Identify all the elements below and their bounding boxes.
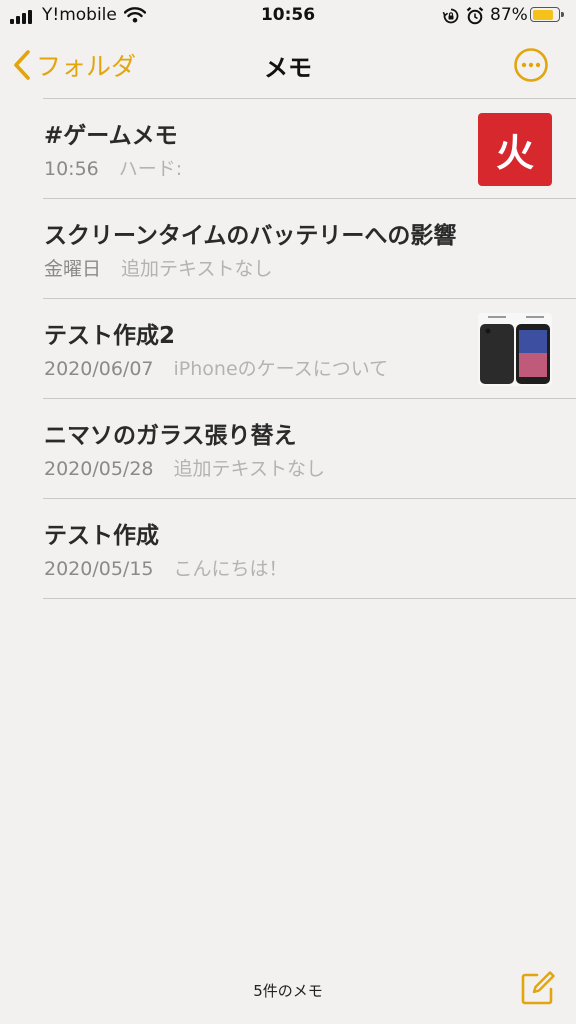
note-date: 金曜日 [44, 258, 102, 280]
note-meta: 10:56 ハード: [44, 154, 182, 181]
note-thumbnail-iphone-case [478, 313, 552, 386]
note-date: 2020/05/28 [44, 458, 154, 480]
note-title: ニマソのガラス張り替え [44, 423, 297, 449]
status-bar: Y!mobile 10:56 87% [0, 0, 576, 34]
note-row[interactable]: ニマソのガラス張り替え 2020/05/28 追加テキストなし [43, 398, 576, 498]
note-date: 2020/06/07 [44, 358, 154, 380]
note-date: 2020/05/15 [44, 558, 154, 580]
note-count: 5件のメモ [253, 982, 323, 1000]
note-date: 10:56 [44, 158, 99, 180]
note-row[interactable]: テスト作成 2020/05/15 こんにちは！ [43, 498, 576, 599]
battery-level-fill [532, 9, 554, 20]
alarm-icon [466, 6, 484, 30]
compose-icon [521, 971, 555, 1005]
note-thumbnail: 火 [478, 113, 552, 186]
note-preview: 追加テキストなし [173, 458, 325, 480]
note-meta: 2020/05/15 こんにちは！ [44, 554, 288, 581]
compose-button[interactable] [520, 970, 556, 1006]
navigation-bar: フォルダ メモ [0, 34, 576, 94]
note-preview: 追加テキストなし [121, 258, 273, 280]
note-meta: 2020/06/07 iPhoneのケースについて [44, 354, 388, 381]
note-row[interactable]: #ゲームメモ 10:56 ハード: 火 [43, 98, 576, 198]
note-title: スクリーンタイムのバッテリーへの影響 [44, 223, 457, 249]
note-title: テスト作成2 [44, 323, 176, 349]
battery-icon [530, 7, 564, 22]
note-preview: iPhoneのケースについて [173, 358, 389, 380]
rotation-lock-icon [442, 7, 460, 29]
note-preview: ハード: [118, 158, 183, 180]
page-title: メモ [264, 54, 312, 82]
more-button[interactable] [513, 47, 549, 83]
notes-list: #ゲームメモ 10:56 ハード: 火 スクリーンタイムのバッテリーへの影響 金曜… [43, 98, 576, 599]
note-row[interactable]: スクリーンタイムのバッテリーへの影響 金曜日 追加テキストなし [43, 198, 576, 298]
ellipsis-circle-icon [514, 48, 548, 82]
thumbnail-glyph: 火 [495, 131, 534, 175]
note-title: #ゲームメモ [44, 123, 178, 149]
note-meta: 金曜日 追加テキストなし [44, 254, 272, 281]
note-preview: こんにちは！ [173, 558, 288, 580]
note-title: テスト作成 [44, 523, 159, 549]
note-row[interactable]: テスト作成2 2020/06/07 iPhoneのケースについて [43, 298, 576, 398]
note-meta: 2020/05/28 追加テキストなし [44, 454, 325, 481]
battery-percent: 87% [490, 5, 528, 25]
